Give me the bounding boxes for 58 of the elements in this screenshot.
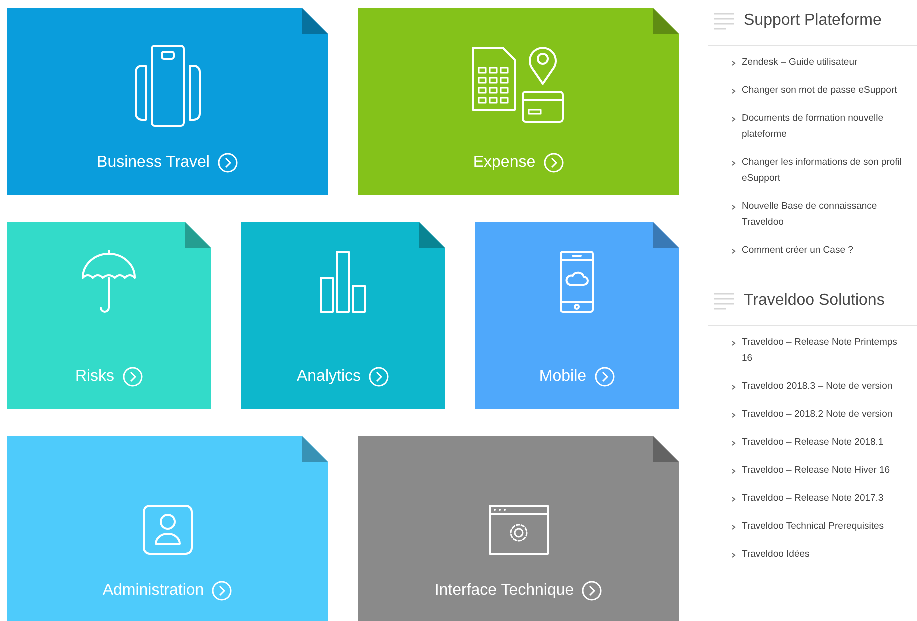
chevron-circle-icon: [218, 153, 238, 173]
tile-label: Interface Technique: [434, 581, 574, 601]
folded-corner: [653, 222, 679, 248]
sidebar-link[interactable]: Traveldoo – Release Note 2018.1: [742, 435, 910, 451]
section-heading: Traveldoo Solutions: [744, 291, 885, 311]
tile-label: Administration: [102, 581, 204, 601]
tile-label: Analytics: [296, 367, 362, 387]
tile-label: Expense: [473, 153, 536, 173]
sidebar-link[interactable]: Traveldoo 2018.3 – Note de version: [742, 379, 910, 395]
sidebar-link[interactable]: Changer les informations de son profil eSupport: [742, 155, 910, 187]
chevron-icon: [732, 89, 736, 94]
sidebar-link[interactable]: Traveldoo – 2018.2 Note de version: [742, 407, 910, 423]
chevron-circle-icon: [212, 581, 232, 601]
chevron-circle-icon: [544, 153, 564, 173]
bar-chart-icon: [319, 250, 367, 314]
sidebar-link[interactable]: Zendesk – Guide utilisateur: [742, 55, 910, 71]
tile-label: Business Travel: [97, 153, 210, 173]
chevron-icon: [732, 249, 736, 254]
chevron-icon: [732, 413, 736, 418]
folded-corner: [653, 436, 679, 462]
chevron-icon: [732, 497, 736, 502]
sidebar-link[interactable]: Traveldoo – Release Note 2017.3: [742, 491, 910, 507]
chevron-icon: [732, 469, 736, 474]
folded-corner: [302, 8, 328, 34]
section-heading: Support Plateforme: [744, 11, 882, 31]
sidebar-link[interactable]: Changer son mot de passe eSupport: [742, 83, 910, 99]
lines-icon: [714, 292, 734, 310]
tile-label: Mobile: [539, 367, 587, 387]
chevron-circle-icon: [369, 367, 390, 387]
sidebar-link[interactable]: Traveldoo – Release Note Hiver 16: [742, 463, 910, 479]
chevron-circle-icon: [594, 367, 615, 387]
sidebar-link[interactable]: Nouvelle Base de connaissance Traveldoo: [742, 199, 910, 231]
user-profile-icon: [142, 504, 194, 556]
tile-label: Risks: [75, 367, 115, 387]
phone-cloud-icon: [559, 250, 595, 314]
lines-icon: [714, 12, 734, 30]
sidebar-link[interactable]: Traveldoo – Release Note Printemps 16: [742, 335, 910, 367]
sidebar-link[interactable]: Comment créer un Case ?: [742, 243, 910, 259]
sidebar-link[interactable]: Traveldoo Idées: [742, 547, 910, 563]
chevron-icon: [732, 385, 736, 390]
chevron-circle-icon: [122, 367, 143, 387]
chevron-icon: [732, 117, 736, 122]
chevron-icon: [732, 161, 736, 166]
sidebar-link[interactable]: Traveldoo Technical Prerequisites: [742, 519, 910, 535]
chevron-circle-icon: [582, 581, 602, 601]
chevron-icon: [732, 441, 736, 446]
chevron-icon: [732, 341, 736, 346]
umbrella-icon: [81, 250, 137, 314]
chevron-icon: [732, 205, 736, 210]
folded-corner: [185, 222, 211, 248]
chevron-icon: [732, 553, 736, 558]
browser-gear-icon: [488, 504, 550, 556]
sidebar-link[interactable]: Documents de formation nouvelle plateforme: [742, 111, 910, 143]
folded-corner: [653, 8, 679, 34]
folded-corner: [302, 436, 328, 462]
folded-corner: [419, 222, 445, 248]
chevron-icon: [732, 61, 736, 66]
chevron-icon: [732, 525, 736, 530]
